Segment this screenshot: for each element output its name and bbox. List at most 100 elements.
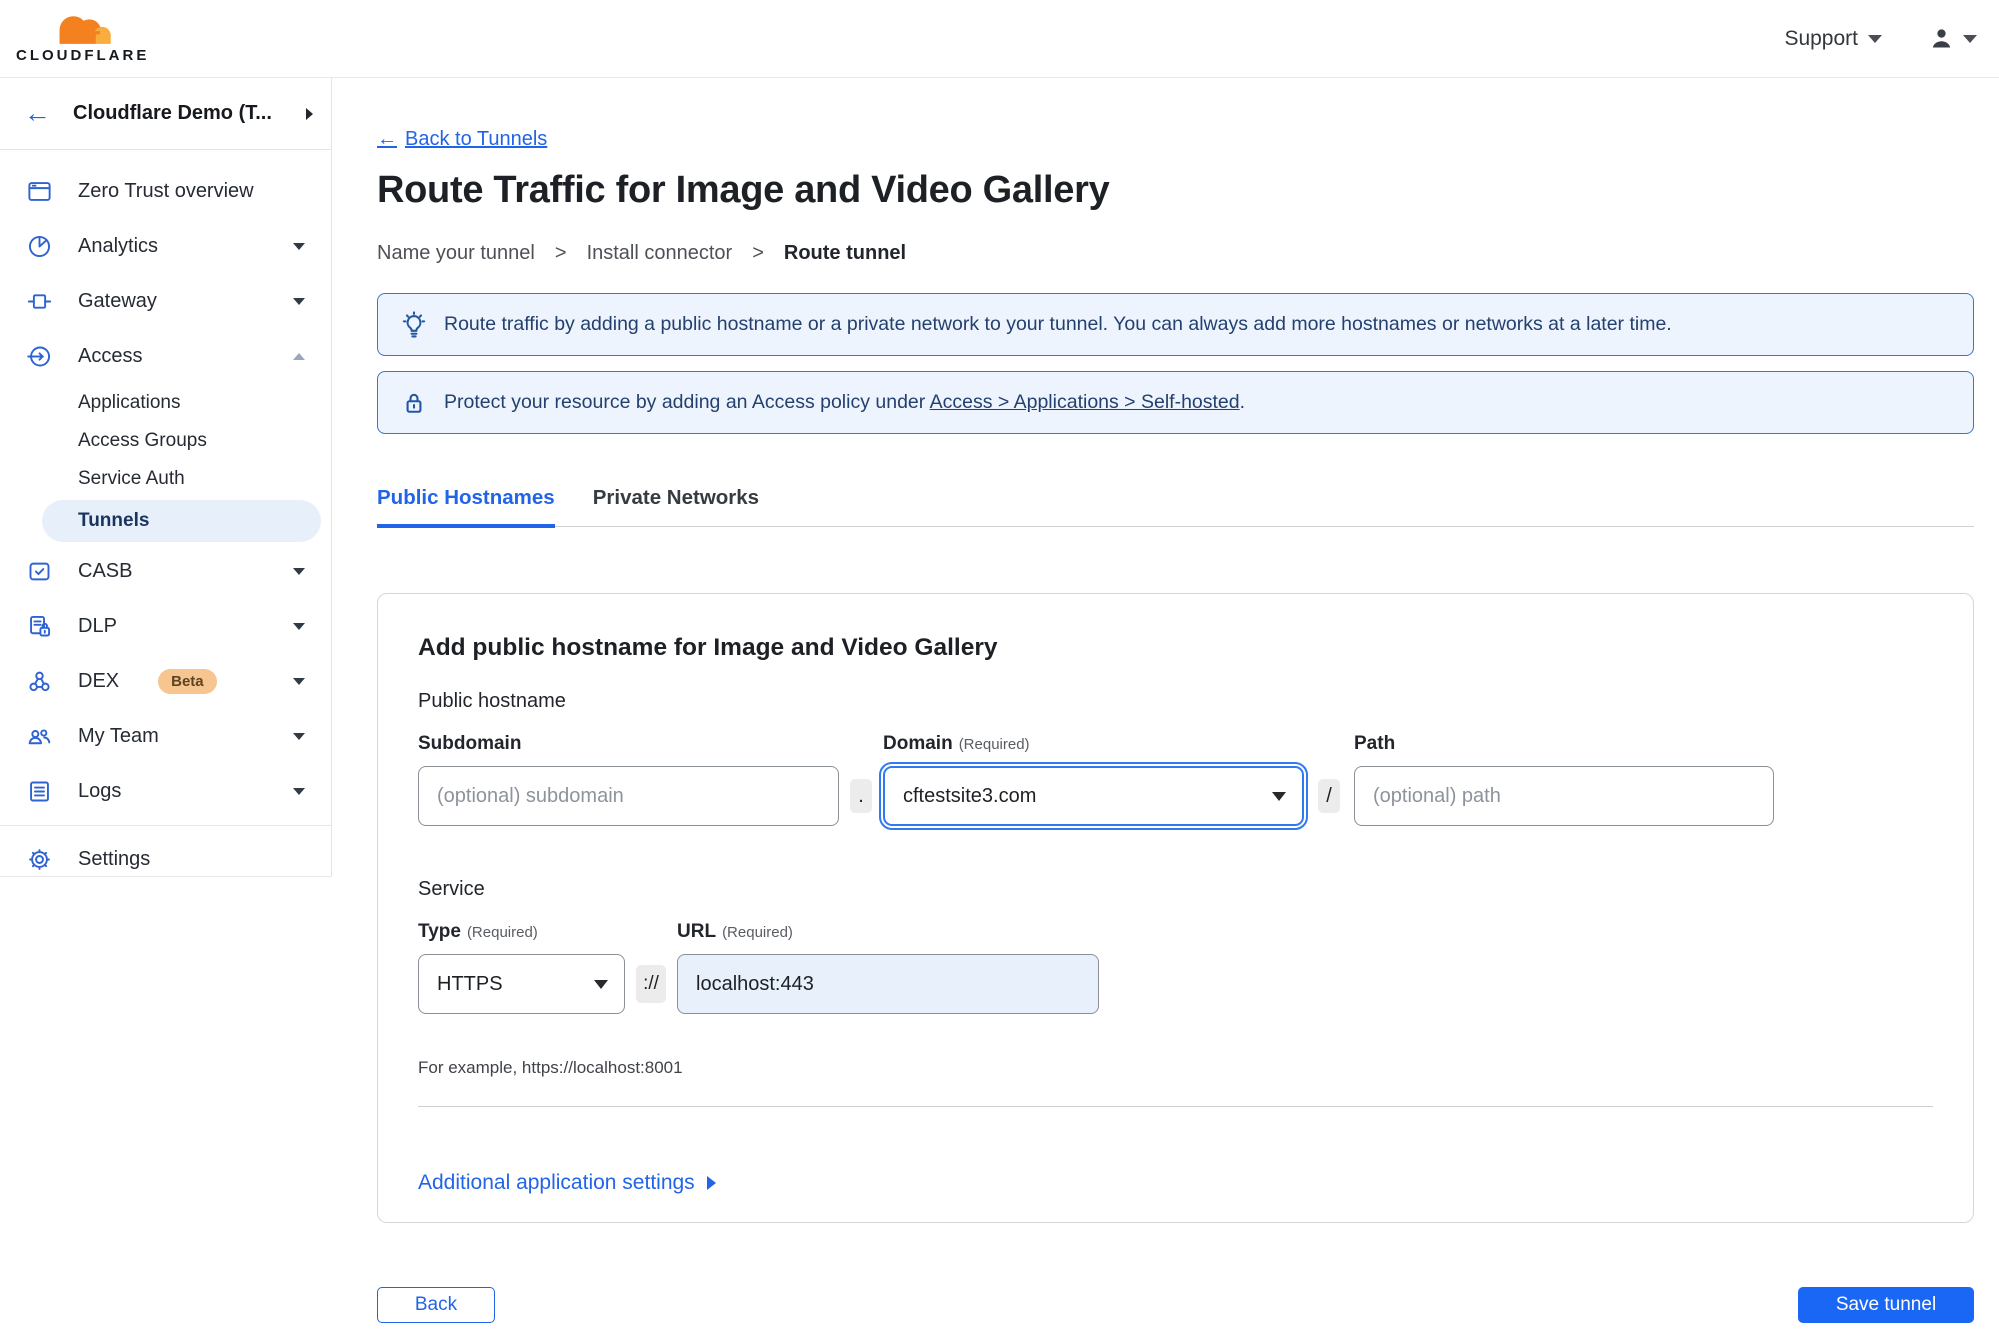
sidebar-item-zero-trust-overview[interactable]: Zero Trust overview — [0, 164, 331, 219]
tab-private-networks[interactable]: Private Networks — [593, 486, 759, 526]
domain-label-text: Domain — [883, 733, 953, 754]
sidebar-subitem-label: Service Auth — [78, 468, 185, 489]
sidebar-item-label: My Team — [78, 725, 159, 747]
banner-text-suffix: . — [1239, 391, 1246, 413]
service-type-select[interactable]: HTTPS — [418, 954, 625, 1014]
user-icon — [1932, 29, 1951, 48]
service-form-row: Type (Required) HTTPS :// URL (Required) — [418, 921, 1933, 1014]
sidebar-item-tunnels[interactable]: Tunnels — [42, 500, 321, 542]
sidebar-subitem-label: Access Groups — [78, 430, 207, 451]
sidebar-item-settings[interactable]: Settings — [0, 832, 331, 887]
sidebar-item-gateway[interactable]: Gateway — [0, 274, 331, 329]
chevron-down-icon — [1272, 791, 1286, 801]
sidebar-item-label: Analytics — [78, 235, 159, 257]
beta-badge: Beta — [158, 669, 217, 694]
sidebar-item-my-team[interactable]: My Team — [0, 709, 331, 764]
gateway-icon — [26, 288, 53, 315]
public-hostname-section-label: Public hostname — [418, 690, 566, 712]
url-example-hint: For example, https://localhost:8001 — [418, 1058, 683, 1077]
chevron-right-icon — [706, 1176, 716, 1190]
back-link-label: Back to Tunnels — [405, 128, 548, 150]
dlp-icon — [26, 613, 53, 640]
support-label: Support — [1784, 26, 1858, 50]
logs-icon — [26, 778, 53, 805]
casb-icon — [26, 558, 53, 585]
save-tunnel-button[interactable]: Save tunnel — [1798, 1287, 1974, 1323]
access-icon — [26, 343, 53, 370]
chevron-down-icon — [293, 678, 305, 685]
card-divider — [418, 1106, 1933, 1107]
sidebar-item-casb[interactable]: CASB — [0, 544, 331, 599]
path-input[interactable] — [1354, 766, 1774, 826]
info-banner-route-traffic: Route traffic by adding a public hostnam… — [377, 293, 1974, 356]
sidebar-item-label: DLP — [78, 615, 117, 637]
sidebar-item-logs[interactable]: Logs — [0, 764, 331, 819]
sidebar-item-dlp[interactable]: DLP — [0, 599, 331, 654]
access-applications-self-hosted-link[interactable]: Access > Applications > Self-hosted — [930, 391, 1240, 413]
user-menu[interactable] — [1928, 25, 1977, 52]
required-hint: (Required) — [466, 924, 538, 941]
sidebar-divider — [0, 825, 331, 826]
sidebar-item-analytics[interactable]: Analytics — [0, 219, 331, 274]
chevron-down-icon — [293, 623, 305, 630]
step-separator: > — [752, 242, 764, 264]
step-install-connector[interactable]: Install connector — [587, 242, 733, 265]
sidebar-item-applications[interactable]: Applications — [0, 384, 331, 422]
banner-text: Protect your resource by adding an Acces… — [444, 391, 1245, 414]
page-title: Route Traffic for Image and Video Galler… — [377, 169, 1110, 211]
footer-actions: Back Save tunnel — [377, 1287, 1974, 1323]
card-heading: Add public hostname for Image and Video … — [418, 634, 998, 661]
chevron-up-icon — [293, 353, 305, 360]
banner-text: Route traffic by adding a public hostnam… — [444, 313, 1672, 335]
back-arrow-icon: ← — [377, 128, 397, 150]
domain-select[interactable]: cftestsite3.com — [879, 762, 1308, 830]
banner-text-prefix: Protect your resource by adding an Acces… — [444, 391, 926, 413]
subdomain-input[interactable] — [418, 766, 839, 826]
chevron-down-icon — [594, 979, 608, 989]
lightbulb-icon — [400, 310, 428, 339]
support-menu[interactable]: Support — [1784, 27, 1882, 51]
sidebar: ← Cloudflare Demo (T... Zero Trust overv… — [0, 78, 332, 877]
url-label-text: URL — [677, 921, 717, 942]
hostname-form-row: Subdomain . Domain (Required) cftestsite3… — [418, 733, 1933, 830]
sidebar-item-label: Access — [78, 345, 143, 367]
step-name-your-tunnel[interactable]: Name your tunnel — [377, 242, 535, 265]
sidebar-subitem-label: Tunnels — [78, 510, 150, 531]
sidebar-subitem-label: Applications — [78, 392, 181, 413]
additional-settings-label: Additional application settings — [418, 1171, 695, 1194]
info-banner-access-policy: Protect your resource by adding an Acces… — [377, 371, 1974, 434]
chevron-down-icon — [293, 243, 305, 250]
sidebar-item-access[interactable]: Access — [0, 329, 331, 384]
path-label: Path — [1354, 733, 1396, 754]
sidebar-item-dex[interactable]: DEX Beta — [0, 654, 331, 709]
sidebar-item-service-auth[interactable]: Service Auth — [0, 460, 331, 498]
cloudflare-wordmark: CLOUDFLARE — [16, 47, 150, 64]
domain-select-value: cftestsite3.com — [903, 784, 1037, 807]
url-label: URL (Required) — [677, 921, 1099, 943]
type-label-text: Type — [418, 921, 461, 942]
tab-bar: Public Hostnames Private Networks — [377, 486, 1974, 528]
lock-icon — [400, 389, 428, 417]
additional-application-settings-link[interactable]: Additional application settings — [418, 1171, 716, 1195]
sidebar-account-header: ← Cloudflare Demo (T... — [0, 78, 331, 150]
slash-separator: / — [1318, 779, 1340, 813]
back-button[interactable]: Back — [377, 1287, 495, 1323]
domain-label: Domain (Required) — [883, 733, 1304, 755]
sidebar-item-access-groups[interactable]: Access Groups — [0, 422, 331, 460]
chevron-down-icon — [1868, 34, 1882, 43]
service-url-input[interactable] — [677, 954, 1099, 1014]
required-hint: (Required) — [958, 736, 1030, 753]
account-name: Cloudflare Demo (T... — [73, 102, 272, 124]
service-type-value: HTTPS — [437, 972, 503, 995]
back-to-tunnels-link[interactable]: ← Back to Tunnels — [377, 128, 547, 151]
chevron-down-icon — [293, 733, 305, 740]
cloudflare-cloud-icon — [48, 16, 117, 45]
tab-public-hostnames[interactable]: Public Hostnames — [377, 486, 555, 528]
main-content: ← Back to Tunnels Route Traffic for Imag… — [332, 78, 1999, 1336]
back-arrow-icon[interactable]: ← — [24, 100, 51, 127]
step-route-tunnel: Route tunnel — [783, 242, 907, 264]
chevron-down-icon — [293, 298, 305, 305]
analytics-icon — [26, 233, 53, 260]
chevron-right-icon[interactable] — [306, 107, 313, 120]
sidebar-item-label: CASB — [78, 560, 133, 582]
